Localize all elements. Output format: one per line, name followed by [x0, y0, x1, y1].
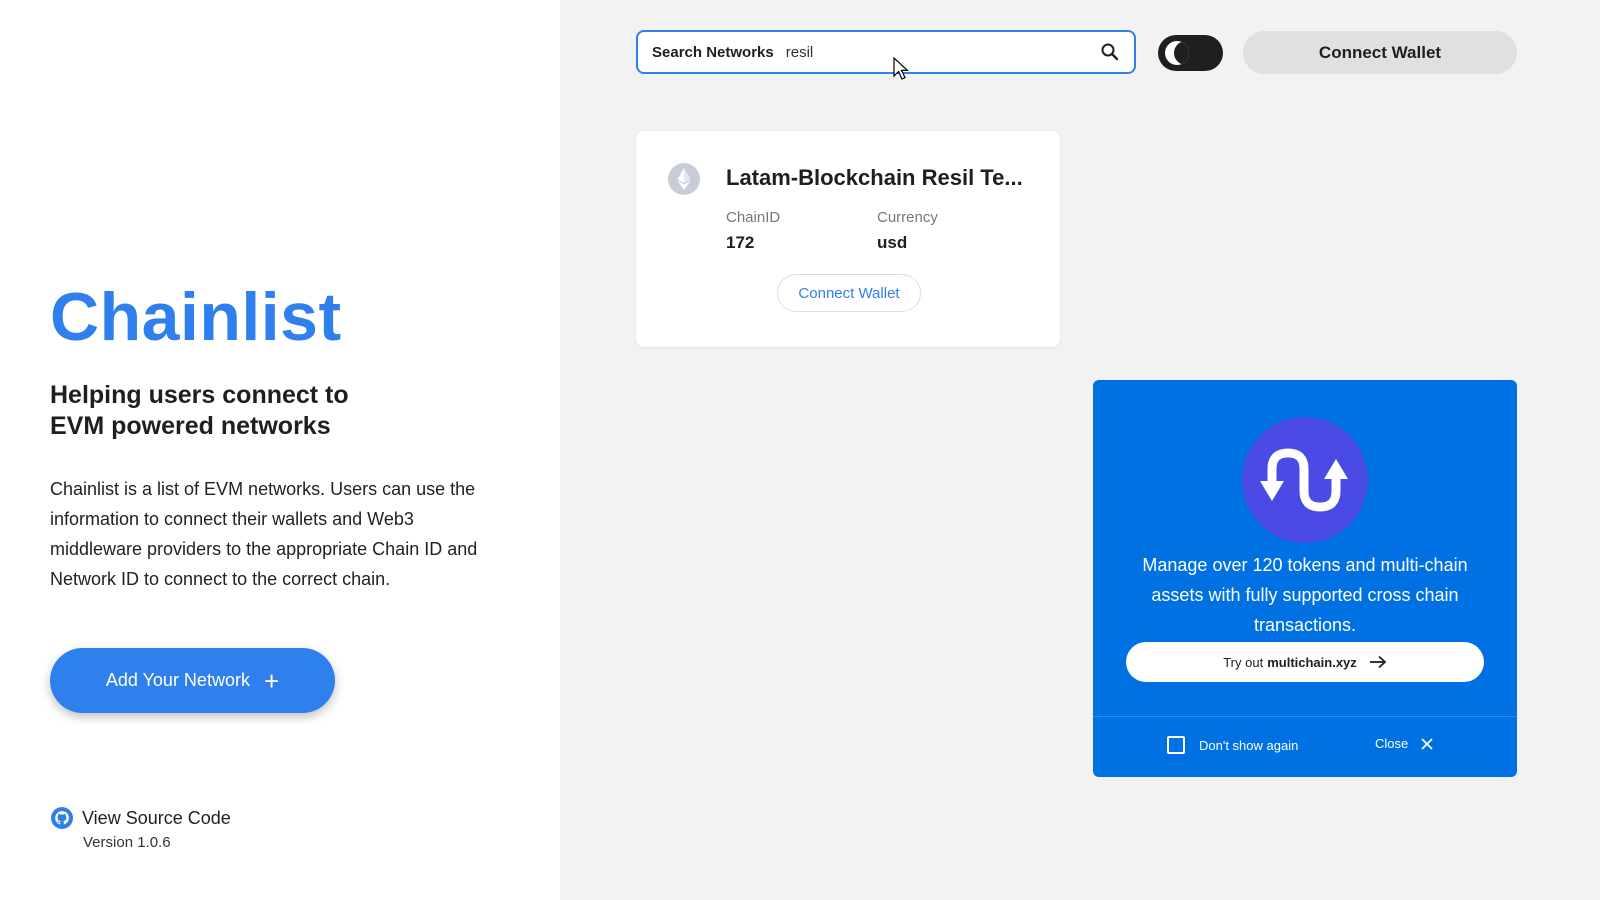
currency-label: Currency	[877, 209, 938, 226]
multichain-logo-icon	[1242, 417, 1368, 543]
arrow-right-icon	[1369, 655, 1387, 669]
currency-value: usd	[877, 233, 908, 252]
tagline-line-1: Helping users connect to	[50, 381, 349, 409]
version-label: Version 1.0.6	[83, 834, 171, 851]
moon-icon	[1165, 41, 1189, 65]
plus-icon: +	[263, 665, 280, 696]
dont-show-again-checkbox[interactable]	[1167, 736, 1185, 754]
try-multichain-button[interactable]: Try out multichain.xyz	[1126, 642, 1484, 682]
view-source-label: View Source Code	[82, 807, 231, 828]
search-label: Search Networks	[652, 43, 774, 61]
dont-show-again-option[interactable]: Don't show again	[1167, 736, 1298, 754]
close-icon	[1421, 737, 1433, 750]
tagline-line-2: EVM powered networks	[50, 412, 331, 440]
chain-id-label: ChainID	[726, 209, 781, 226]
chain-id-value: 172	[726, 233, 755, 252]
card-connect-wallet-button[interactable]: Connect Wallet	[777, 274, 921, 312]
view-source-link[interactable]: View Source Code	[50, 806, 231, 830]
sidebar: Chainlist Helping users connect to EVM p…	[0, 0, 560, 900]
network-name: Latam-Blockchain Resil Te...	[726, 165, 1023, 190]
promo-text: Manage over 120 tokens and multi-chain a…	[1142, 555, 1468, 635]
search-bar[interactable]: Search Networks	[636, 30, 1136, 74]
brand-title: Chainlist	[50, 279, 342, 355]
search-icon[interactable]	[1100, 42, 1120, 62]
add-network-button[interactable]: Add Your Network +	[50, 648, 335, 713]
multichain-promo: Manage over 120 tokens and multi-chain a…	[1093, 380, 1517, 777]
promo-close-label: Close	[1375, 736, 1409, 751]
promo-close-button[interactable]: Close	[1375, 736, 1434, 751]
search-input[interactable]	[783, 42, 1100, 62]
add-network-label: Add Your Network	[105, 670, 250, 690]
tagline: Helping users connect to EVM powered net…	[50, 380, 470, 442]
github-icon	[51, 807, 73, 829]
ethereum-icon	[668, 163, 700, 195]
connect-wallet-button[interactable]: Connect Wallet	[1243, 31, 1517, 74]
mouse-cursor-icon	[893, 57, 909, 80]
promo-cta-link: multichain.xyz	[1267, 654, 1357, 670]
promo-divider	[1093, 716, 1517, 717]
dont-show-again-label: Don't show again	[1199, 737, 1299, 753]
promo-cta-prefix: Try out	[1223, 654, 1264, 670]
description: Chainlist is a list of EVM networks. Use…	[50, 479, 478, 589]
theme-toggle[interactable]	[1158, 35, 1223, 71]
network-card: Latam-Blockchain Resil Te... ChainID 172…	[636, 131, 1060, 347]
